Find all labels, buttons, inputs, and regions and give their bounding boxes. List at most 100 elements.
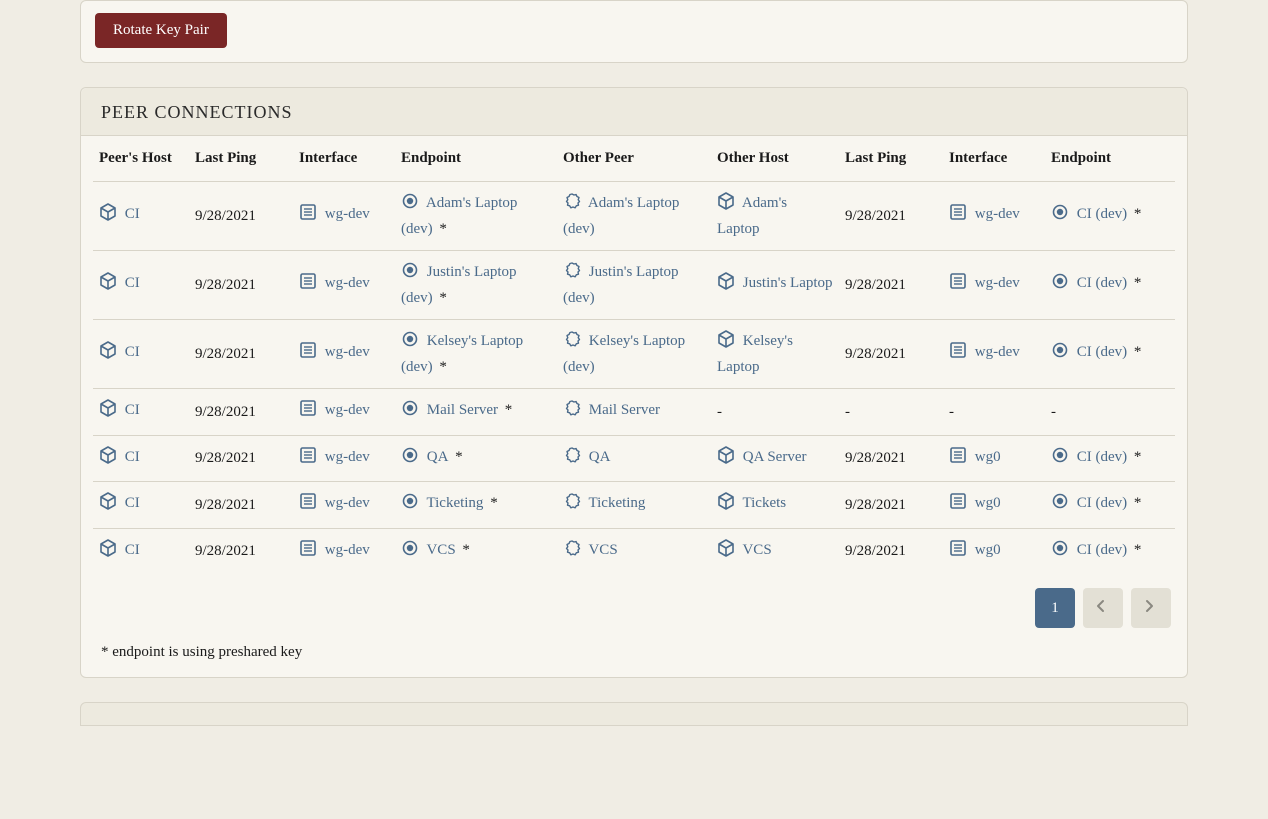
last-ping: 9/28/2021 [195,346,256,362]
link[interactable]: Kelsey's Laptop [717,333,793,375]
last-ping: 9/28/2021 [845,450,906,466]
badge-icon [563,492,581,518]
card-header: PEER CONNECTIONS [81,88,1187,136]
link[interactable]: wg-dev [299,344,370,360]
col-peers-host: Peer's Host [93,136,189,182]
link[interactable]: Adam's Laptop (dev) [401,195,517,237]
link[interactable]: CI [99,275,140,291]
table-row: CI9/28/2021 wg-dev Ticketing * Ticketing… [93,482,1175,529]
link[interactable]: CI [99,344,140,360]
link[interactable]: CI [99,402,140,418]
table-row: CI 9/28/2021 wg-dev Justin's Laptop (dev)… [93,251,1175,320]
link[interactable]: Kelsey's Laptop (dev) [401,333,523,375]
link[interactable]: CI (dev) [1051,344,1127,360]
cube-icon [717,539,735,565]
chevron-left-icon [1092,597,1110,620]
cube-icon [717,272,735,298]
board-icon [299,446,317,472]
cube-icon [717,192,735,218]
link[interactable]: wg-dev [299,449,370,465]
key-pair-card: Rotate Key Pair [80,0,1188,63]
preshared-key-footnote: * endpoint is using preshared key [81,634,1187,677]
table-row: CI9/28/2021 wg-dev Mail Server * Mail Se… [93,389,1175,436]
link[interactable]: Adam's Laptop (dev) [563,195,679,237]
link[interactable]: wg-dev [299,206,370,222]
psk-indicator: * [1130,495,1141,511]
col-interface: Interface [293,136,395,182]
badge-icon [563,192,581,218]
link[interactable]: CI (dev) [1051,449,1127,465]
link[interactable]: Justin's Laptop (dev) [563,264,679,306]
link[interactable]: wg-dev [949,344,1020,360]
record-dot-icon [1051,492,1069,518]
record-dot-icon [401,539,419,565]
col-last-ping: Last Ping [189,136,293,182]
link[interactable]: wg0 [949,495,1001,511]
link[interactable]: Ticketing [563,495,645,511]
link[interactable]: wg-dev [949,275,1020,291]
cube-icon [99,341,117,367]
link[interactable]: Tickets [717,495,786,511]
link[interactable]: wg0 [949,542,1001,558]
link[interactable]: wg-dev [299,402,370,418]
record-dot-icon [401,446,419,472]
cube-icon [99,492,117,518]
link[interactable]: wg0 [949,449,1001,465]
next-section-header [80,702,1188,726]
link[interactable]: VCS [401,542,456,558]
board-icon [949,539,967,565]
psk-indicator: * [486,495,497,511]
peer-connections-table: Peer's Host Last Ping Interface Endpoint… [93,136,1175,574]
link[interactable]: Mail Server [401,402,498,418]
link[interactable]: VCS [717,542,772,558]
psk-indicator: * [1130,275,1141,291]
table-row: CI 9/28/2021 wg-dev Kelsey's Laptop (dev)… [93,320,1175,389]
link[interactable]: wg-dev [299,542,370,558]
link[interactable]: QA [563,449,610,465]
board-icon [949,492,967,518]
page-prev-button[interactable] [1083,588,1123,628]
link[interactable]: Justin's Laptop [717,275,833,291]
col-endpoint-2: Endpoint [1045,136,1175,182]
link[interactable]: wg-dev [949,206,1020,222]
table-header-row: Peer's Host Last Ping Interface Endpoint… [93,136,1175,182]
link[interactable]: QA [401,449,448,465]
board-icon [949,203,967,229]
link[interactable]: wg-dev [299,495,370,511]
link[interactable]: QA Server [717,449,807,465]
link[interactable]: wg-dev [299,275,370,291]
peer-connections-card: PEER CONNECTIONS Peer's Host Last Ping I… [80,87,1188,678]
link[interactable]: CI [99,449,140,465]
link[interactable]: CI [99,542,140,558]
board-icon [299,203,317,229]
cube-icon [99,203,117,229]
link[interactable]: CI (dev) [1051,495,1127,511]
link[interactable]: CI [99,495,140,511]
link[interactable]: Ticketing [401,495,483,511]
rotate-key-pair-button[interactable]: Rotate Key Pair [95,13,227,48]
section-title: PEER CONNECTIONS [101,102,1167,123]
link[interactable]: CI (dev) [1051,206,1127,222]
last-ping: 9/28/2021 [195,277,256,293]
link[interactable]: Kelsey's Laptop (dev) [563,333,685,375]
last-ping: 9/28/2021 [845,543,906,559]
link[interactable]: Justin's Laptop (dev) [401,264,517,306]
link[interactable]: Adam's Laptop [717,195,787,237]
record-dot-icon [401,261,419,287]
board-icon [299,272,317,298]
link[interactable]: VCS [563,542,618,558]
last-ping: 9/28/2021 [195,450,256,466]
badge-icon [563,539,581,565]
page-next-button[interactable] [1131,588,1171,628]
page-1-button[interactable]: 1 [1035,588,1075,628]
last-ping: 9/28/2021 [195,208,256,224]
record-dot-icon [401,192,419,218]
link[interactable]: Mail Server [563,402,660,418]
link[interactable]: CI (dev) [1051,542,1127,558]
cube-icon [717,446,735,472]
psk-indicator: * [436,290,447,306]
link[interactable]: CI [99,206,140,222]
link[interactable]: CI (dev) [1051,275,1127,291]
empty-cell: - [949,404,954,420]
badge-icon [563,446,581,472]
